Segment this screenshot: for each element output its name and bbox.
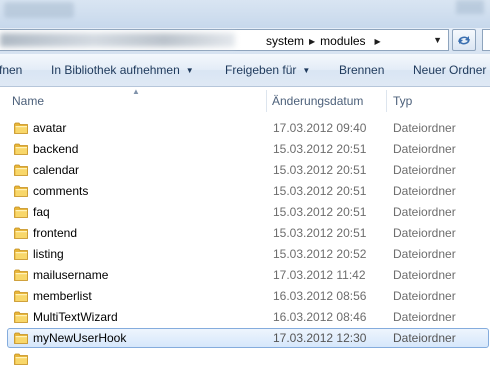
refresh-icon xyxy=(458,36,470,45)
table-row[interactable]: memberlist 16.03.2012 08:56 Dateiordner xyxy=(0,286,490,307)
refresh-button[interactable] xyxy=(452,29,476,51)
file-modified-date: 15.03.2012 20:51 xyxy=(273,184,367,198)
table-row[interactable]: MultiTextWizard 16.03.2012 08:46 Dateiordn… xyxy=(0,307,490,328)
file-name: calendar xyxy=(33,163,80,177)
file-type: Dateiordner xyxy=(393,289,456,303)
table-row[interactable]: mailusername 17.03.2012 11:42 Dateiordner xyxy=(0,265,490,286)
file-type: Dateiordner xyxy=(393,247,456,261)
new-folder-label: Neuer Ordner xyxy=(413,63,487,77)
burn-button[interactable]: Brennen xyxy=(339,54,384,86)
file-modified-date: 17.03.2012 11:42 xyxy=(273,268,366,282)
file-type: Dateiordner xyxy=(393,310,456,324)
window-titlebar xyxy=(0,0,490,28)
folder-icon xyxy=(14,206,28,218)
column-header-modified[interactable]: Änderungsdatum xyxy=(272,88,363,114)
command-bar: fnen In Bibliothek aufnehmen ▼ Freigeben … xyxy=(0,54,490,87)
search-input[interactable] xyxy=(482,29,490,51)
file-modified-date: 17.03.2012 12:30 xyxy=(273,331,367,345)
address-path-blurred xyxy=(0,33,235,47)
file-modified-date: 15.03.2012 20:51 xyxy=(273,142,367,156)
file-name: comments xyxy=(33,184,89,198)
table-row[interactable] xyxy=(0,349,490,370)
window-title-blurred xyxy=(4,2,74,18)
file-type: Dateiordner xyxy=(393,184,456,198)
dropdown-arrow-icon: ▼ xyxy=(185,66,194,75)
breadcrumb-item-system[interactable]: system xyxy=(262,34,308,48)
folder-icon xyxy=(14,248,28,260)
file-type: Dateiordner xyxy=(393,205,456,219)
file-modified-date: 17.03.2012 09:40 xyxy=(273,121,367,135)
chevron-down-icon[interactable]: ▼ xyxy=(433,35,442,45)
breadcrumb-separator-icon[interactable]: ▶ xyxy=(370,37,382,46)
organize-label: fnen xyxy=(0,63,23,77)
include-in-library-label: In Bibliothek aufnehmen xyxy=(51,63,180,77)
breadcrumb-item-modules[interactable]: modules xyxy=(316,34,369,48)
column-header-type[interactable]: Typ xyxy=(393,88,412,114)
file-modified-date: 15.03.2012 20:51 xyxy=(273,163,367,177)
file-name: avatar xyxy=(33,121,67,135)
organize-button[interactable]: fnen xyxy=(0,54,22,86)
table-row[interactable]: comments 15.03.2012 20:51 Dateiordner xyxy=(0,181,490,202)
folder-icon xyxy=(14,290,28,302)
table-row[interactable]: listing 15.03.2012 20:52 Dateiordner xyxy=(0,244,490,265)
burn-label: Brennen xyxy=(339,63,385,77)
file-modified-date: 15.03.2012 20:51 xyxy=(273,205,367,219)
folder-icon xyxy=(14,332,28,344)
file-type: Dateiordner xyxy=(393,268,456,282)
folder-icon xyxy=(14,227,28,239)
file-name: myNewUserHook xyxy=(33,331,127,345)
file-name: memberlist xyxy=(33,289,92,303)
table-row-selected[interactable]: myNewUserHook 17.03.2012 12:30 Dateiordner xyxy=(0,328,490,349)
column-divider[interactable] xyxy=(266,90,267,112)
file-modified-date: 16.03.2012 08:46 xyxy=(273,310,367,324)
breadcrumb-separator-icon[interactable]: ▶ xyxy=(308,37,316,46)
folder-icon xyxy=(14,143,28,155)
column-header-row: ▲ Name Änderungsdatum Typ xyxy=(0,87,490,114)
folder-icon xyxy=(14,353,28,365)
column-divider[interactable] xyxy=(386,90,387,112)
file-type: Dateiordner xyxy=(393,142,456,156)
table-row[interactable]: frontend 15.03.2012 20:51 Dateiordner xyxy=(0,223,490,244)
file-name: listing xyxy=(33,247,64,261)
file-name: mailusername xyxy=(33,268,109,282)
table-row[interactable]: calendar 15.03.2012 20:51 Dateiordner xyxy=(0,160,490,181)
dropdown-arrow-icon: ▼ xyxy=(302,66,311,75)
column-header-name[interactable]: Name xyxy=(12,88,44,114)
file-type: Dateiordner xyxy=(393,121,456,135)
file-type: Dateiordner xyxy=(393,331,456,345)
include-in-library-button[interactable]: In Bibliothek aufnehmen ▼ xyxy=(51,54,194,86)
share-with-button[interactable]: Freigeben für ▼ xyxy=(225,54,310,86)
file-modified-date: 15.03.2012 20:51 xyxy=(273,226,367,240)
folder-icon xyxy=(14,122,28,134)
breadcrumb: system ▶ modules ▶ xyxy=(262,33,382,49)
table-row[interactable]: backend 15.03.2012 20:51 Dateiordner xyxy=(0,139,490,160)
file-type: Dateiordner xyxy=(393,226,456,240)
address-row: system ▶ modules ▶ ▼ xyxy=(0,28,490,54)
window-caption-buttons-blurred[interactable] xyxy=(456,0,484,14)
folder-icon xyxy=(14,269,28,281)
new-folder-button[interactable]: Neuer Ordner xyxy=(413,54,486,86)
share-with-label: Freigeben für xyxy=(225,63,297,77)
folder-icon xyxy=(14,185,28,197)
file-list: avatar 17.03.2012 09:40 Dateiordner backend… xyxy=(0,118,490,370)
table-row[interactable]: avatar 17.03.2012 09:40 Dateiordner xyxy=(0,118,490,139)
sort-ascending-icon: ▲ xyxy=(132,87,140,96)
file-name: faq xyxy=(33,205,50,219)
file-type: Dateiordner xyxy=(393,163,456,177)
address-bar[interactable]: system ▶ modules ▶ ▼ xyxy=(0,29,449,51)
folder-icon xyxy=(14,164,28,176)
table-row[interactable]: faq 15.03.2012 20:51 Dateiordner xyxy=(0,202,490,223)
file-modified-date: 16.03.2012 08:56 xyxy=(273,289,367,303)
file-name: frontend xyxy=(33,226,78,240)
file-name: backend xyxy=(33,142,79,156)
file-name: MultiTextWizard xyxy=(33,310,118,324)
file-modified-date: 15.03.2012 20:52 xyxy=(273,247,367,261)
folder-icon xyxy=(14,311,28,323)
